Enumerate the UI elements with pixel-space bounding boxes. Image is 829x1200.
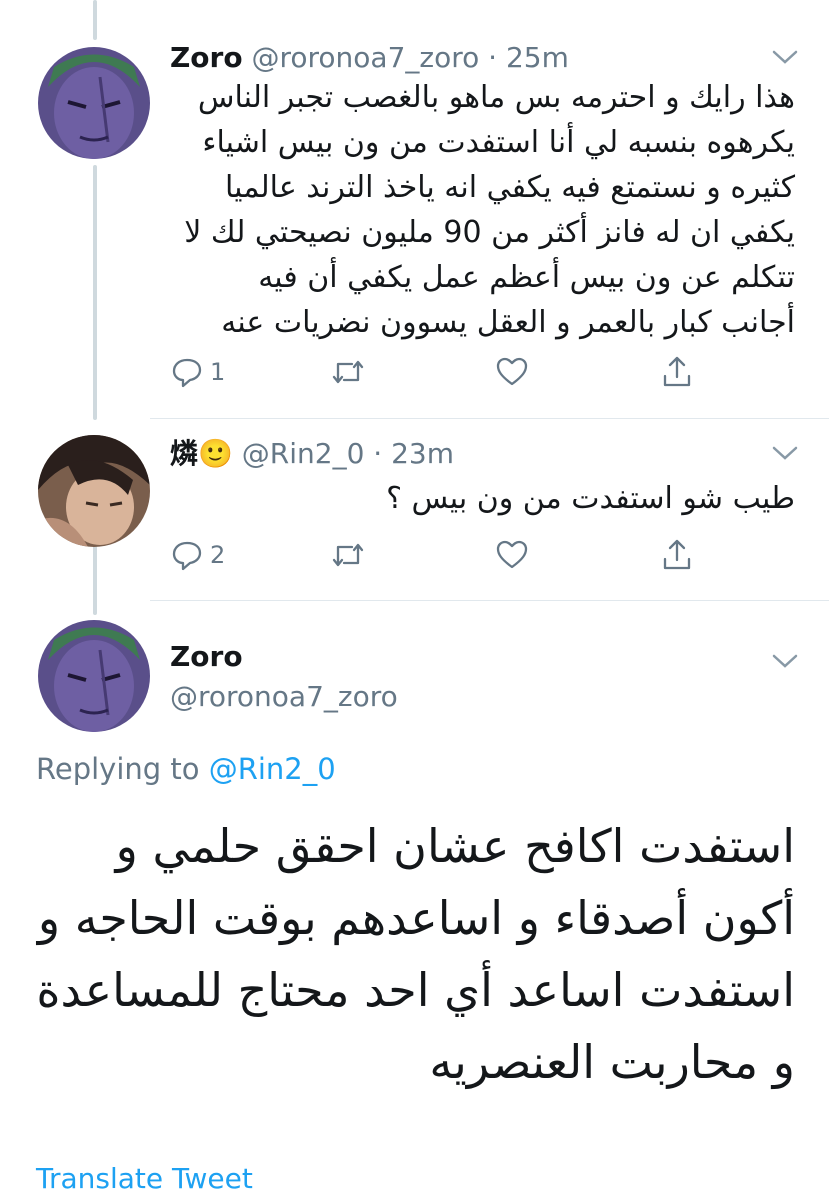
thread-line-2 xyxy=(93,545,97,615)
display-name[interactable]: Zoro xyxy=(170,640,243,674)
chevron-down-icon[interactable] xyxy=(770,48,800,68)
retweet-icon xyxy=(332,543,364,567)
share-icon xyxy=(663,356,691,387)
share-button[interactable] xyxy=(660,535,694,575)
separator: · xyxy=(488,41,498,74)
replying-label: Replying to xyxy=(36,752,200,786)
like-icon xyxy=(496,540,528,569)
divider xyxy=(150,418,829,419)
like-button[interactable] xyxy=(495,352,529,392)
thread-line-top xyxy=(93,0,97,40)
share-icon xyxy=(663,539,691,570)
chevron-down-icon[interactable] xyxy=(770,444,800,464)
tweet-text: طيب شو استفدت من ون بيس ؟ xyxy=(386,481,795,516)
display-name[interactable]: Zoro xyxy=(170,41,243,74)
avatar[interactable] xyxy=(38,435,150,547)
reply-icon xyxy=(172,541,202,571)
like-icon xyxy=(496,357,528,386)
reply-count: 1 xyxy=(210,358,226,386)
divider xyxy=(150,600,829,601)
timestamp[interactable]: 23m xyxy=(391,437,454,470)
tweet-actions: 1 xyxy=(170,352,730,392)
chevron-down-icon[interactable] xyxy=(770,652,800,672)
tweet-header: Zoro @roronoa7_zoro · 25m xyxy=(170,41,569,75)
timestamp[interactable]: 25m xyxy=(506,41,569,74)
user-handle[interactable]: @roronoa7_zoro xyxy=(252,41,480,74)
replying-to: Replying to @Rin2_0 xyxy=(36,752,336,786)
thread-line-1 xyxy=(93,165,97,420)
user-handle[interactable]: @Rin2_0 xyxy=(242,437,365,470)
tweet-text: هذا رايك و احترمه بس ماهو بالغصب تجبر ال… xyxy=(184,80,795,340)
replying-handle-link[interactable]: @Rin2_0 xyxy=(209,752,336,786)
rin-avatar-image xyxy=(38,435,150,547)
reply-count: 2 xyxy=(210,541,226,569)
separator: · xyxy=(373,437,383,470)
translate-tweet-link[interactable]: Translate Tweet xyxy=(36,1162,253,1195)
retweet-icon xyxy=(332,360,364,384)
reply-icon xyxy=(172,358,202,388)
tweet-header: 燐🙂 @Rin2_0 · 23m xyxy=(170,437,454,471)
retweet-button[interactable] xyxy=(330,352,366,392)
tweet-actions: 2 xyxy=(170,535,730,575)
display-name[interactable]: 燐🙂 xyxy=(170,437,233,470)
like-button[interactable] xyxy=(495,535,529,575)
share-button[interactable] xyxy=(660,352,694,392)
zoro-avatar-image xyxy=(38,47,150,159)
reply-button[interactable]: 2 xyxy=(170,535,225,575)
avatar[interactable] xyxy=(38,47,150,159)
retweet-button[interactable] xyxy=(330,535,366,575)
user-handle[interactable]: @roronoa7_zoro xyxy=(170,680,398,714)
reply-button[interactable]: 1 xyxy=(170,352,225,392)
main-tweet-text: استفدت اكافح عشان احقق حلمي و أكون أصدقا… xyxy=(36,819,795,1089)
zoro-avatar-image xyxy=(38,620,150,732)
avatar[interactable] xyxy=(38,620,150,732)
